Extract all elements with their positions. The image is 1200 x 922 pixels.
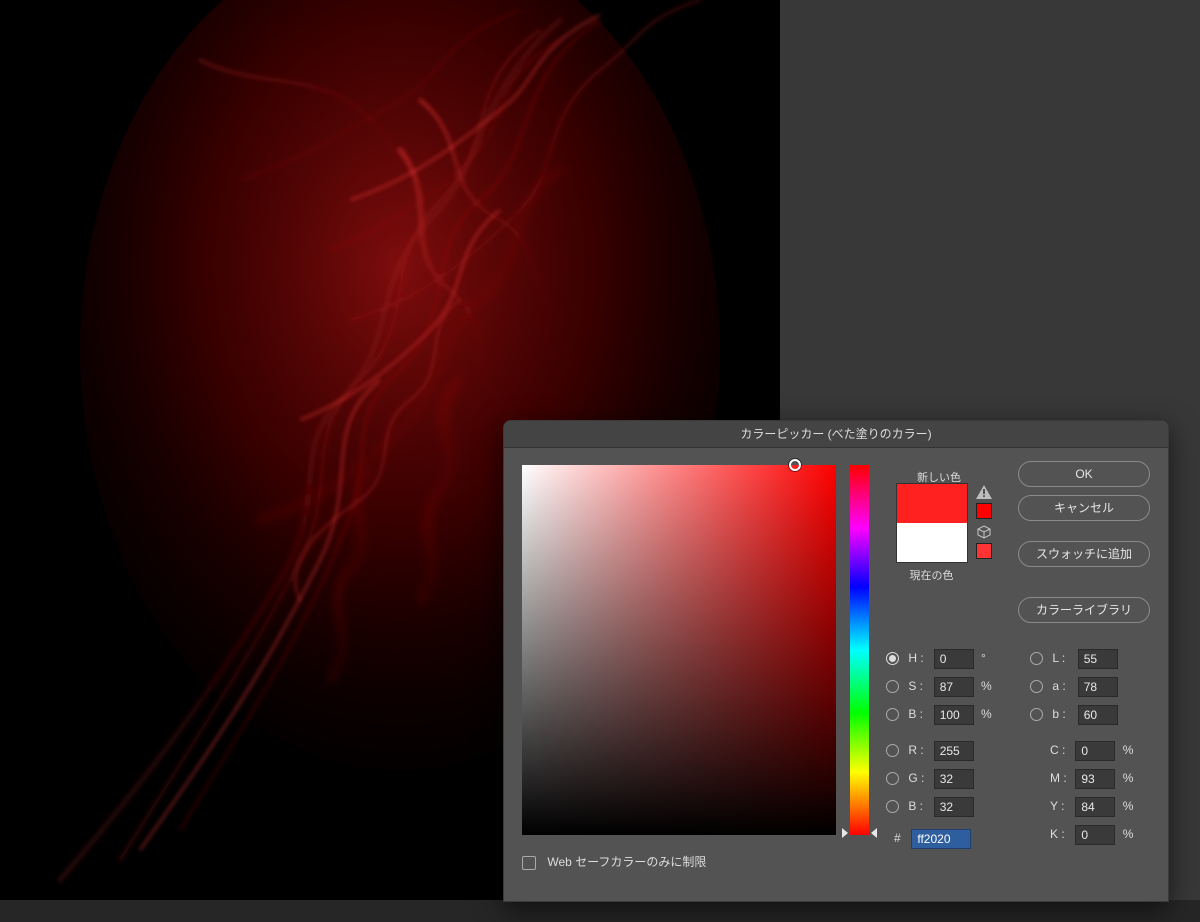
gamut-warning-swatch[interactable]: [976, 503, 992, 519]
saturation-value-field[interactable]: [522, 465, 836, 835]
brightness-unit: %: [981, 703, 992, 725]
M-input[interactable]: [1075, 769, 1115, 789]
hex-prefix: #: [894, 827, 908, 849]
K-label: K :: [1050, 823, 1072, 845]
saturation-radio[interactable]: [886, 680, 899, 693]
add-swatch-button[interactable]: スウォッチに追加: [1018, 541, 1150, 567]
hue-unit: °: [981, 647, 986, 669]
bottom-strip: [0, 900, 1200, 922]
hue-row: H : °: [886, 647, 986, 669]
hex-row: #: [894, 827, 971, 849]
websafe-label: Web セーフカラーのみに制限: [547, 855, 706, 869]
C-unit: %: [1123, 739, 1134, 761]
blue-radio[interactable]: [886, 800, 899, 813]
hue-radio[interactable]: [886, 652, 899, 665]
workspace: カラーピッカー (べた塗りのカラー) 新しい色 現在の色: [0, 0, 1200, 922]
Y-row: Y : %: [1050, 795, 1133, 817]
a-input[interactable]: [1078, 677, 1118, 697]
a-row: a :: [1030, 675, 1118, 697]
websafe-checkbox[interactable]: [522, 856, 536, 870]
red-input[interactable]: [934, 741, 974, 761]
websafe-warning-icon[interactable]: [976, 525, 992, 539]
K-input[interactable]: [1075, 825, 1115, 845]
green-row: G :: [886, 767, 974, 789]
b-radio[interactable]: [1030, 708, 1043, 721]
a-label: a :: [1052, 675, 1074, 697]
a-radio[interactable]: [1030, 680, 1043, 693]
L-row: L :: [1030, 647, 1118, 669]
L-input[interactable]: [1078, 649, 1118, 669]
hue-handle-right[interactable]: [871, 828, 877, 838]
C-row: C : %: [1050, 739, 1133, 761]
color-picker-dialog: カラーピッカー (べた塗りのカラー) 新しい色 現在の色: [503, 420, 1169, 902]
current-color-label: 現在の色: [884, 567, 979, 583]
K-row: K : %: [1050, 823, 1133, 845]
ok-button[interactable]: OK: [1018, 461, 1150, 487]
L-label: L :: [1052, 647, 1074, 669]
brightness-radio[interactable]: [886, 708, 899, 721]
blue-input[interactable]: [934, 797, 974, 817]
Y-input[interactable]: [1075, 797, 1115, 817]
green-radio[interactable]: [886, 772, 899, 785]
brightness-input[interactable]: [934, 705, 974, 725]
cancel-button[interactable]: キャンセル: [1018, 495, 1150, 521]
blue-label: B :: [908, 795, 930, 817]
hue-label: H :: [908, 647, 930, 669]
color-library-button[interactable]: カラーライブラリ: [1018, 597, 1150, 623]
saturation-unit: %: [981, 675, 992, 697]
hue-handle-left[interactable]: [842, 828, 848, 838]
Y-unit: %: [1123, 795, 1134, 817]
green-input[interactable]: [934, 769, 974, 789]
M-row: M : %: [1050, 767, 1133, 789]
blue-row: B :: [886, 795, 974, 817]
websafe-swatch[interactable]: [976, 543, 992, 559]
saturation-input[interactable]: [934, 677, 974, 697]
brightness-row: B : %: [886, 703, 992, 725]
b-label: b :: [1052, 703, 1074, 725]
brightness-label: B :: [908, 703, 930, 725]
L-radio[interactable]: [1030, 652, 1043, 665]
M-unit: %: [1123, 767, 1134, 789]
new-color-swatch[interactable]: [897, 484, 967, 523]
saturation-row: S : %: [886, 675, 992, 697]
C-input[interactable]: [1075, 741, 1115, 761]
b-input[interactable]: [1078, 705, 1118, 725]
current-color-swatch[interactable]: [897, 523, 967, 562]
hue-input[interactable]: [934, 649, 974, 669]
red-label: R :: [908, 739, 930, 761]
red-radio[interactable]: [886, 744, 899, 757]
C-label: C :: [1050, 739, 1072, 761]
hex-input[interactable]: [911, 829, 971, 849]
K-unit: %: [1123, 823, 1134, 845]
Y-label: Y :: [1050, 795, 1072, 817]
color-swatch-group: 新しい色 現在の色: [884, 465, 994, 485]
dialog-title[interactable]: カラーピッカー (べた塗りのカラー): [504, 421, 1168, 448]
color-swatch-box: [896, 483, 968, 563]
green-label: G :: [908, 767, 930, 789]
red-row: R :: [886, 739, 974, 761]
hue-slider[interactable]: [850, 465, 869, 835]
b-row: b :: [1030, 703, 1118, 725]
websafe-row: Web セーフカラーのみに制限: [522, 853, 706, 870]
M-label: M :: [1050, 767, 1072, 789]
saturation-label: S :: [908, 675, 930, 697]
gamut-warning-icon[interactable]: [976, 485, 992, 499]
